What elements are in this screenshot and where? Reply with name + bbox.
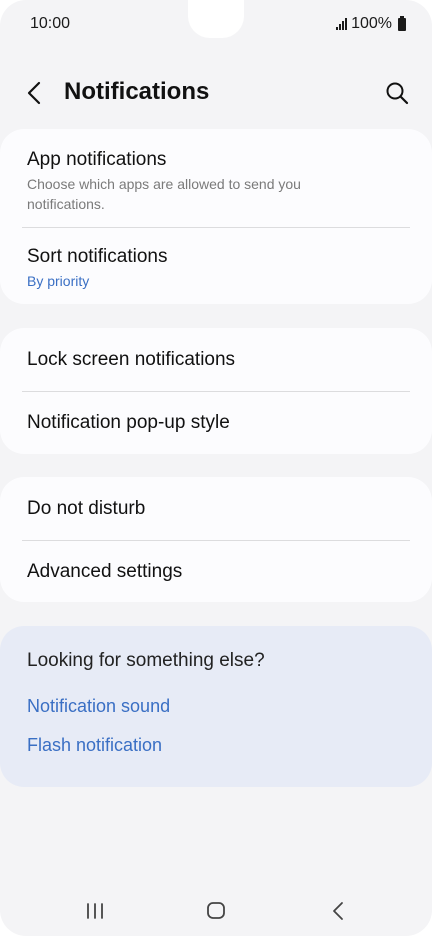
item-title: App notifications bbox=[27, 149, 167, 170]
settings-group-display: Lock screen notifications Notification p… bbox=[0, 328, 432, 454]
camera-notch bbox=[188, 0, 244, 38]
page-title: Notifications bbox=[64, 78, 210, 105]
signal-icon bbox=[336, 18, 348, 30]
settings-group-general: App notifications Choose which apps are … bbox=[0, 129, 432, 304]
divider bbox=[22, 391, 410, 392]
item-value: By priority bbox=[27, 273, 90, 289]
status-time: 10:00 bbox=[30, 15, 71, 32]
item-title: Notification pop-up style bbox=[27, 412, 230, 433]
back-icon bbox=[333, 902, 343, 920]
lock-screen-notifications-item[interactable]: Lock screen notifications bbox=[27, 348, 410, 372]
home-icon bbox=[207, 902, 225, 919]
chevron-left-icon bbox=[27, 81, 41, 105]
divider bbox=[22, 227, 410, 228]
item-title: Sort notifications bbox=[27, 246, 168, 267]
settings-group-advanced: Do not disturb Advanced settings bbox=[0, 477, 432, 602]
flash-notification-link[interactable]: Flash notification bbox=[27, 735, 162, 756]
search-button[interactable] bbox=[380, 76, 414, 110]
back-button[interactable] bbox=[18, 76, 52, 110]
do-not-disturb-item[interactable]: Do not disturb bbox=[27, 497, 410, 521]
navigation-bar bbox=[0, 888, 432, 932]
app-notifications-item[interactable]: App notifications Choose which apps are … bbox=[27, 148, 410, 214]
suggestions-card: Looking for something else? Notification… bbox=[0, 626, 432, 787]
sort-notifications-item[interactable]: Sort notifications By priority bbox=[27, 245, 410, 291]
item-description: Choose which apps are allowed to send yo… bbox=[27, 176, 301, 212]
search-icon bbox=[386, 82, 409, 105]
item-title: Lock screen notifications bbox=[27, 349, 236, 370]
suggestions-title: Looking for something else? bbox=[27, 650, 265, 671]
divider bbox=[22, 540, 410, 541]
recent-apps-button[interactable] bbox=[73, 892, 117, 928]
advanced-settings-item[interactable]: Advanced settings bbox=[27, 560, 410, 584]
item-title: Advanced settings bbox=[27, 561, 183, 582]
app-bar: Notifications bbox=[0, 68, 432, 118]
status-bar: 10:00 100% bbox=[0, 0, 432, 50]
phone-screen: 10:00 100% Notifications App notificatio… bbox=[0, 0, 432, 936]
status-indicators: 100% bbox=[336, 15, 406, 33]
battery-icon bbox=[398, 15, 406, 31]
item-title: Do not disturb bbox=[27, 498, 146, 519]
battery-level: 100% bbox=[351, 15, 392, 32]
notification-sound-link[interactable]: Notification sound bbox=[27, 696, 170, 717]
home-button[interactable] bbox=[194, 892, 238, 928]
nav-back-button[interactable] bbox=[316, 892, 360, 928]
notification-popup-style-item[interactable]: Notification pop-up style bbox=[27, 411, 410, 435]
recent-apps-icon bbox=[87, 903, 103, 919]
